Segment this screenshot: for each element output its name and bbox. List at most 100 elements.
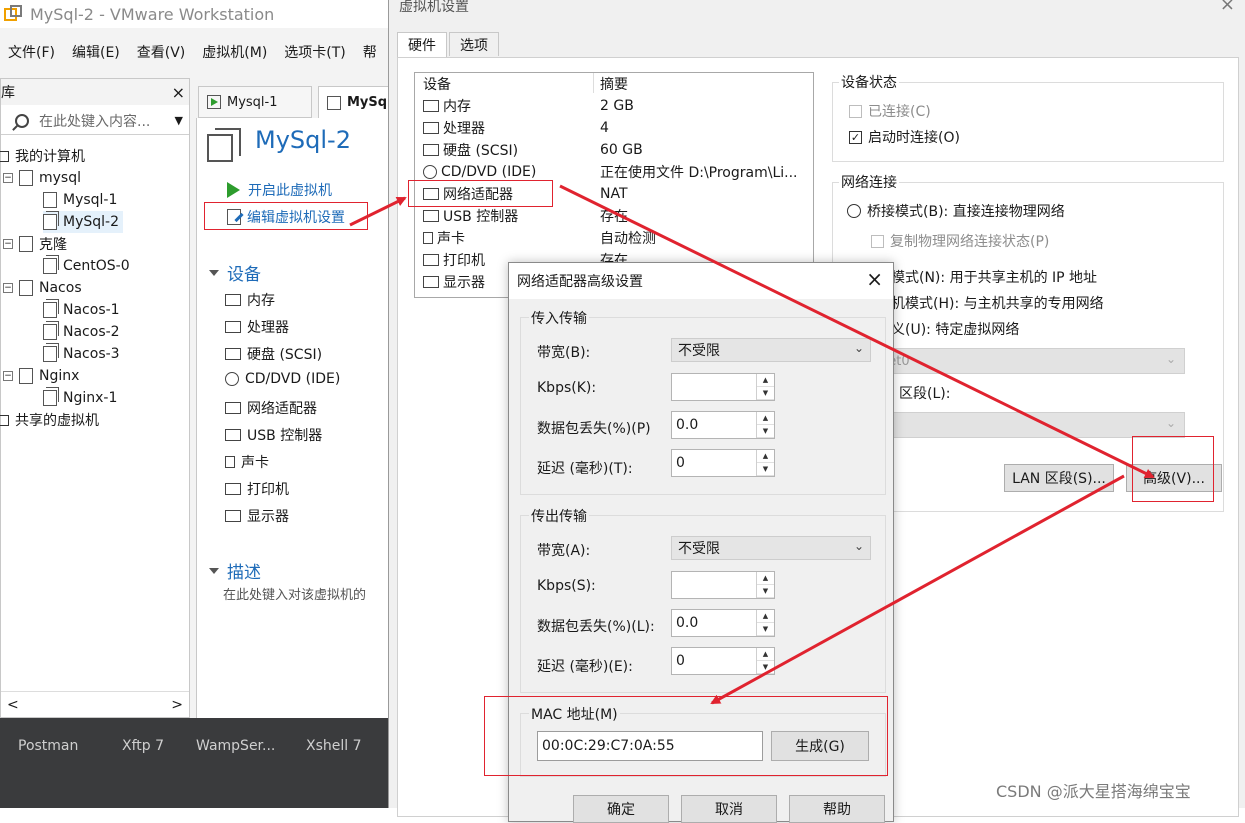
spin-up-icon[interactable]: ▲	[757, 412, 774, 425]
scroll-left-icon[interactable]: <	[7, 697, 19, 713]
tab-mysql-1[interactable]: Mysql-1	[198, 86, 312, 118]
close-icon[interactable]: ×	[1220, 0, 1235, 15]
tree-item-vm-selected[interactable]: MySql-2	[43, 211, 123, 233]
outgoing-loss-spinner[interactable]: 0.0 ▲ ▼	[671, 609, 775, 637]
tab-options[interactable]: 选项	[449, 32, 499, 56]
outgoing-latency-spinner[interactable]: 0 ▲ ▼	[671, 647, 775, 675]
outgoing-kbps-spinner[interactable]: ▲ ▼	[671, 571, 775, 599]
scroll-right-icon[interactable]: >	[171, 697, 183, 713]
library-horizontal-scrollbar[interactable]: < >	[1, 691, 189, 717]
device-row-usb[interactable]: USB 控制器 存在	[415, 205, 813, 227]
devices-section-header[interactable]: 设备	[209, 260, 261, 285]
tree-item-folder-clone[interactable]: − 克隆	[3, 233, 67, 255]
library-close-icon[interactable]: ×	[172, 83, 185, 102]
menu-tabs[interactable]: 选项卡(T)	[284, 42, 345, 62]
replicate-state-checkbox[interactable]: 复制物理网络连接状态(P)	[871, 231, 1049, 251]
outgoing-kbps-label: Kbps(S):	[537, 578, 596, 594]
device-row-sound[interactable]: 声卡 自动检测	[415, 227, 813, 249]
spin-up-icon[interactable]: ▲	[757, 374, 774, 387]
menu-view[interactable]: 查看(V)	[137, 42, 186, 62]
device-row-memory[interactable]: 内存 2 GB	[415, 95, 813, 117]
tree-item-vm[interactable]: Nacos-1	[43, 299, 120, 321]
device-sound[interactable]: 声卡	[225, 452, 269, 472]
device-row-hard-disk[interactable]: 硬盘 (SCSI) 60 GB	[415, 139, 813, 161]
device-label: CD/DVD (IDE)	[245, 371, 341, 387]
incoming-loss-spinner[interactable]: 0.0 ▲ ▼	[671, 411, 775, 439]
library-search[interactable]: 在此处键入内容... ▼	[1, 107, 189, 135]
collapse-icon[interactable]: −	[3, 239, 13, 249]
spin-up-icon[interactable]: ▲	[757, 450, 774, 463]
spin-down-icon[interactable]: ▼	[757, 623, 774, 636]
menu-help[interactable]: 帮	[363, 42, 377, 62]
taskbar-item[interactable]: Postman	[18, 738, 78, 754]
tree-item-vm[interactable]: Nacos-2	[43, 321, 120, 343]
tree-item-folder-mysql[interactable]: − mysql	[3, 167, 81, 189]
nat-radio-label[interactable]: 模式(N): 用于共享主机的 IP 地址	[891, 267, 1097, 287]
incoming-kbps-spinner[interactable]: ▲ ▼	[671, 373, 775, 401]
library-search-input[interactable]: 在此处键入内容...	[39, 111, 150, 131]
host-only-radio-label[interactable]: 机模式(H): 与主机共享的专用网络	[891, 293, 1104, 313]
collapse-icon[interactable]: −	[3, 173, 13, 183]
spin-down-icon[interactable]: ▼	[757, 425, 774, 438]
device-printer[interactable]: 打印机	[225, 479, 289, 499]
tree-item-vm[interactable]: Nacos-3	[43, 343, 120, 365]
lan-segments-button[interactable]: LAN 区段(S)...	[1004, 464, 1114, 492]
menu-edit[interactable]: 编辑(E)	[72, 42, 120, 62]
device-network-adapter[interactable]: 网络适配器	[225, 398, 317, 418]
spin-down-icon[interactable]: ▼	[757, 463, 774, 476]
spin-up-icon[interactable]: ▲	[757, 572, 774, 585]
spin-up-icon[interactable]: ▲	[757, 648, 774, 661]
watermark: CSDN @派大星搭海绵宝宝	[996, 782, 1191, 801]
taskbar-item[interactable]: Xshell 7	[306, 738, 362, 754]
custom-radio-label[interactable]: 义(U): 特定虚拟网络	[891, 319, 1019, 339]
menu-vm[interactable]: 虚拟机(M)	[202, 42, 267, 62]
spin-down-icon[interactable]: ▼	[757, 387, 774, 400]
device-label: 网络适配器	[247, 401, 317, 417]
taskbar-item[interactable]: Xftp 7	[122, 738, 164, 754]
help-button[interactable]: 帮助	[789, 795, 885, 823]
menu-file[interactable]: 文件(F)	[8, 42, 55, 62]
device-usb[interactable]: USB 控制器	[225, 425, 322, 445]
spin-up-icon[interactable]: ▲	[757, 610, 774, 623]
column-header-summary[interactable]: 摘要	[600, 74, 628, 94]
spin-down-icon[interactable]: ▼	[757, 661, 774, 674]
device-memory[interactable]: 内存	[225, 290, 275, 310]
custom-network-select[interactable]: net0 ⌄	[873, 348, 1185, 374]
power-on-vm-link[interactable]: 开启此虚拟机	[227, 180, 332, 200]
device-hard-disk[interactable]: 硬盘 (SCSI)	[225, 344, 322, 364]
bridged-radio[interactable]: 桥接模式(B): 直接连接物理网络	[847, 201, 1065, 221]
tree-item-vm[interactable]: Nginx-1	[43, 387, 117, 409]
device-row-processor[interactable]: 处理器 4	[415, 117, 813, 139]
device-processor[interactable]: 处理器	[225, 317, 289, 337]
incoming-latency-spinner[interactable]: 0 ▲ ▼	[671, 449, 775, 477]
outgoing-loss-value: 0.0	[676, 615, 699, 631]
incoming-transfer-label: 传入传输	[529, 308, 589, 328]
description-section-header[interactable]: 描述	[209, 558, 261, 583]
cancel-button[interactable]: 取消	[681, 795, 777, 823]
device-display[interactable]: 显示器	[225, 506, 289, 526]
connect-at-power-on-checkbox[interactable]: ✓ 启动时连接(O)	[849, 127, 960, 147]
tab-hardware[interactable]: 硬件	[397, 32, 447, 59]
incoming-bandwidth-select[interactable]: 不受限 ⌄	[671, 338, 871, 362]
column-header-device[interactable]: 设备	[423, 74, 451, 94]
taskbar-item[interactable]: WampSer...	[196, 738, 275, 754]
tree-item-vm[interactable]: CentOS-0	[43, 255, 130, 277]
outgoing-bandwidth-select[interactable]: 不受限 ⌄	[671, 536, 871, 560]
tree-item-my-computer[interactable]: 我的计算机	[0, 145, 85, 167]
device-cd-dvd[interactable]: CD/DVD (IDE)	[225, 371, 340, 387]
description-input[interactable]: 在此处键入对该虚拟机的	[223, 584, 366, 603]
tree-item-folder-nacos[interactable]: − Nacos	[3, 277, 82, 299]
tree-item-shared-vms[interactable]: 共享的虚拟机	[0, 409, 99, 431]
tree-item-folder-nginx[interactable]: − Nginx	[3, 365, 79, 387]
collapse-icon[interactable]: −	[3, 371, 13, 381]
connected-checkbox[interactable]: 已连接(C)	[849, 101, 931, 121]
ok-button[interactable]: 确定	[573, 795, 669, 823]
lan-segment-radio-label[interactable]: 区段(L):	[899, 383, 950, 403]
collapse-icon[interactable]: −	[3, 283, 13, 293]
chevron-down-icon[interactable]: ▼	[175, 114, 183, 127]
lan-segment-select[interactable]: ⌄	[873, 412, 1185, 438]
tree-item-vm[interactable]: Mysql-1	[43, 189, 117, 211]
close-icon[interactable]: ×	[866, 267, 883, 291]
tab-mysql-2[interactable]: MySql	[318, 86, 398, 118]
spin-down-icon[interactable]: ▼	[757, 585, 774, 598]
